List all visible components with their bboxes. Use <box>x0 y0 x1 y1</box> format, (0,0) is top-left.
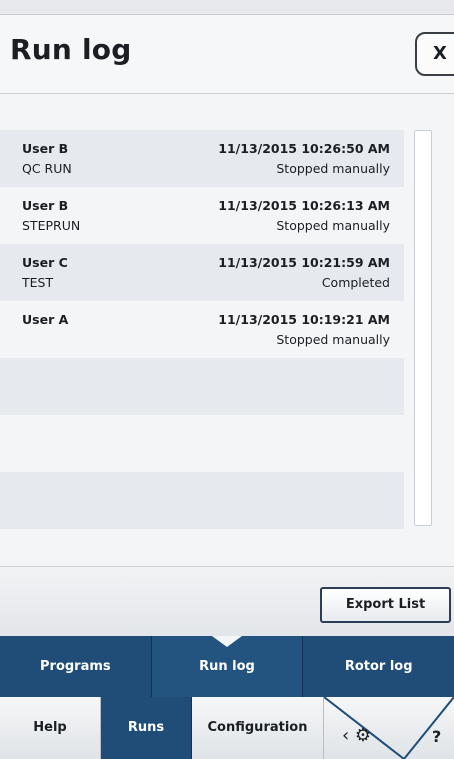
top-strip <box>0 0 454 15</box>
table-row[interactable]: User A 11/13/2015 10:19:21 AM Stopped ma… <box>0 301 404 358</box>
nav-help[interactable]: Help <box>0 697 101 759</box>
run-status: Stopped manually <box>276 218 390 233</box>
run-status: Stopped manually <box>276 161 390 176</box>
table-row[interactable]: User B STEPRUN 11/13/2015 10:26:13 AM St… <box>0 187 404 244</box>
active-tab-indicator <box>212 636 242 647</box>
empty-row <box>0 472 404 529</box>
tab-run-log-label: Run log <box>199 659 255 674</box>
log-tabs: Programs Run log Rotor log <box>0 636 454 697</box>
footer-bar: Export List <box>0 566 454 637</box>
help-question-icon[interactable]: ? <box>432 727 441 746</box>
tab-rotor-log[interactable]: Rotor log <box>303 636 454 697</box>
run-program: QC RUN <box>22 161 72 176</box>
run-user: User C <box>22 255 68 270</box>
nav-runs[interactable]: Runs <box>101 697 192 759</box>
bottom-nav: Help Runs Configuration ‹ ⚙ ? <box>0 697 454 759</box>
empty-row <box>0 358 404 415</box>
run-timestamp: 11/13/2015 10:26:13 AM <box>218 198 390 213</box>
nav-configuration[interactable]: Configuration <box>192 697 324 759</box>
list-scrollbar[interactable] <box>414 130 432 526</box>
run-program: STEPRUN <box>22 218 81 233</box>
tab-programs[interactable]: Programs <box>0 636 152 697</box>
run-program: TEST <box>22 275 54 290</box>
table-row[interactable]: User C TEST 11/13/2015 10:21:59 AM Compl… <box>0 244 404 301</box>
run-timestamp: 11/13/2015 10:19:21 AM <box>218 312 390 327</box>
close-button[interactable]: X <box>415 32 454 76</box>
tools-panel[interactable]: ‹ ⚙ ? <box>324 697 454 759</box>
table-row[interactable]: User B QC RUN 11/13/2015 10:26:50 AM Sto… <box>0 130 404 187</box>
run-user: User B <box>22 141 69 156</box>
run-user: User A <box>22 312 69 327</box>
page-title: Run log <box>10 33 132 66</box>
run-timestamp: 11/13/2015 10:21:59 AM <box>218 255 390 270</box>
run-timestamp: 11/13/2015 10:26:50 AM <box>218 141 390 156</box>
run-user: User B <box>22 198 69 213</box>
export-list-button[interactable]: Export List <box>320 587 451 623</box>
run-log-list: User B QC RUN 11/13/2015 10:26:50 AM Sto… <box>0 130 404 529</box>
settings-gear-icon[interactable]: ‹ ⚙ <box>342 725 371 746</box>
run-status: Stopped manually <box>276 332 390 347</box>
empty-row <box>0 415 404 472</box>
tab-run-log[interactable]: Run log <box>151 636 304 697</box>
run-status: Completed <box>321 275 390 290</box>
header: Run log X <box>0 15 454 94</box>
